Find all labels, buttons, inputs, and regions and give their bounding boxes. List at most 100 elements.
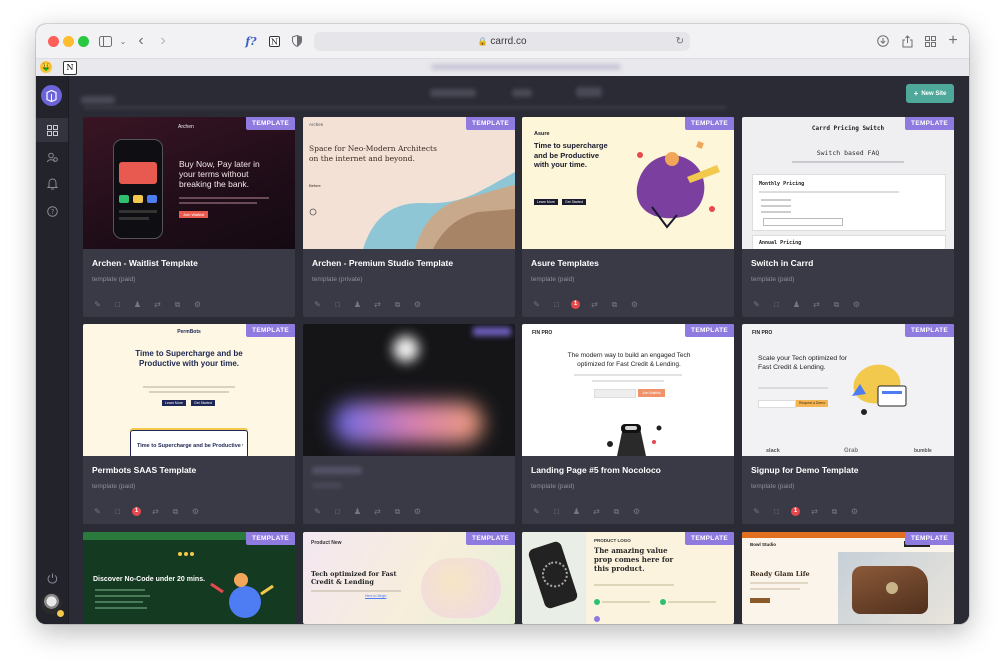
users-icon[interactable]: ♟ [352,300,363,310]
site-card[interactable]: Discover No-Code under 20 mins. TEMPLATE [83,532,295,624]
card-title[interactable]: Signup for Demo Template [751,465,859,475]
users-icon[interactable]: ♟ [791,300,802,310]
card-title[interactable]: Archen - Premium Studio Template [312,258,453,268]
back-icon[interactable]: ‹ [132,32,150,49]
sidebar-toggle-icon[interactable] [96,33,114,49]
alert-badge[interactable]: 1 [132,507,141,516]
sidebar-account-button[interactable] [36,145,68,169]
address-bar[interactable]: 🔒 carrd.co ↻ [314,32,690,51]
edit-icon[interactable]: ✎ [531,507,542,517]
transfer-icon[interactable]: ⇄ [591,507,602,517]
comment-icon[interactable]: □ [551,300,562,310]
edit-icon[interactable]: ✎ [751,507,762,517]
chevron-down-icon[interactable]: ⌄ [114,33,132,49]
settings-icon[interactable]: ⚙ [851,300,862,310]
settings-icon[interactable]: ⚙ [631,507,642,517]
site-thumbnail[interactable]: Asure Time to supercharge and be Product… [522,117,734,249]
alert-badge[interactable]: 1 [571,300,580,309]
card-title[interactable]: Landing Page #5 from Nocoloco [531,465,661,475]
duplicate-icon[interactable]: ⧉ [831,300,842,310]
new-tab-icon[interactable]: + [944,32,962,49]
notion-favicon-icon[interactable]: N [63,61,77,75]
shield-icon[interactable] [288,33,306,49]
settings-icon[interactable]: ⚙ [629,300,640,310]
comment-icon[interactable]: □ [332,507,343,517]
site-thumbnail[interactable]: Archen Buy Now, Pay later in your terms … [83,117,295,249]
transfer-icon[interactable]: ⇄ [589,300,600,310]
close-window-button[interactable] [48,36,59,47]
duplicate-icon[interactable]: ⧉ [392,300,403,310]
duplicate-icon[interactable]: ⧉ [172,300,183,310]
transfer-icon[interactable]: ⇄ [372,507,383,517]
sidebar-sites-button[interactable] [36,118,68,142]
edit-icon[interactable]: ✎ [751,300,762,310]
edit-icon[interactable]: ✎ [92,507,103,517]
site-thumbnail[interactable]: FIN PRO Scale your Tech optimized for Fa… [742,324,954,456]
edit-icon[interactable]: ✎ [531,300,542,310]
site-card[interactable]: PermBots Time to Supercharge and be Prod… [83,324,295,524]
comment-icon[interactable]: □ [112,507,123,517]
site-thumbnail[interactable]: PRODUCT LOGO The amazing value prop come… [522,532,734,624]
minimize-window-button[interactable] [63,36,74,47]
blurred-filter[interactable] [430,89,476,97]
site-card[interactable]: Archen Buy Now, Pay later in your terms … [83,117,295,317]
duplicate-icon[interactable]: ⧉ [170,507,181,517]
font-extension-icon[interactable]: f? [242,33,260,49]
duplicate-icon[interactable]: ⧉ [392,507,403,517]
site-thumbnail[interactable]: FIN PRO The modern way to build an engag… [522,324,734,456]
settings-icon[interactable]: ⚙ [412,300,423,310]
site-thumbnail[interactable]: Archen Space for Neo-Modern Architects o… [303,117,515,249]
sidebar-notifications-button[interactable] [36,172,68,196]
settings-icon[interactable]: ⚙ [849,507,860,517]
duplicate-icon[interactable]: ⧉ [829,507,840,517]
users-icon[interactable]: ♟ [132,300,143,310]
share-icon[interactable] [898,33,916,49]
reload-icon[interactable]: ↻ [676,36,684,47]
sidebar-help-button[interactable]: ? [36,199,68,223]
site-thumbnail[interactable] [303,324,515,456]
site-card[interactable]: Asure Time to supercharge and be Product… [522,117,734,317]
comment-icon[interactable]: □ [112,300,123,310]
duplicate-icon[interactable]: ⧉ [611,507,622,517]
edit-icon[interactable]: ✎ [92,300,103,310]
tab-overview-icon[interactable] [921,33,939,49]
comment-icon[interactable]: □ [771,300,782,310]
transfer-icon[interactable]: ⇄ [809,507,820,517]
settings-icon[interactable]: ⚙ [190,507,201,517]
site-card[interactable]: Archen Space for Neo-Modern Architects o… [303,117,515,317]
forward-icon[interactable]: › [154,32,172,49]
site-thumbnail[interactable]: Bowl Studio Ready Glam Life [742,532,954,624]
blurred-tab[interactable] [431,64,621,70]
card-title[interactable]: Archen - Waitlist Template [92,258,198,268]
edit-icon[interactable]: ✎ [312,300,323,310]
settings-icon[interactable]: ⚙ [192,300,203,310]
settings-icon[interactable]: ⚙ [412,507,423,517]
alert-badge[interactable]: 1 [791,507,800,516]
site-card[interactable]: Bowl Studio Ready Glam Life TEMPLATE [742,532,954,624]
site-card[interactable]: FIN PRO Scale your Tech optimized for Fa… [742,324,954,524]
card-title[interactable]: Permbots SAAS Template [92,465,196,475]
site-thumbnail[interactable]: Product New Tech optimized for Fast Cred… [303,532,515,624]
new-site-button[interactable]: + New Site [906,84,954,103]
site-thumbnail[interactable]: PermBots Time to Supercharge and be Prod… [83,324,295,456]
site-card[interactable]: Carrd Pricing Switch Switch based FAQ Mo… [742,117,954,317]
site-thumbnail[interactable]: Discover No-Code under 20 mins. [83,532,295,624]
site-thumbnail[interactable]: Carrd Pricing Switch Switch based FAQ Mo… [742,117,954,249]
edit-icon[interactable]: ✎ [312,507,323,517]
site-card[interactable]: Product New Tech optimized for Fast Cred… [303,532,515,624]
blurred-filter-2[interactable] [512,89,532,97]
zoom-window-button[interactable] [78,36,89,47]
card-title[interactable]: Switch in Carrd [751,258,813,268]
site-card[interactable]: PRODUCT LOGO The amazing value prop come… [522,532,734,624]
blurred-sort[interactable] [576,87,602,97]
users-icon[interactable]: ♟ [571,507,582,517]
download-icon[interactable] [874,33,892,49]
users-icon[interactable]: ♟ [352,507,363,517]
comment-icon[interactable]: □ [771,507,782,517]
site-card[interactable]: FIN PRO The modern way to build an engag… [522,324,734,524]
emoji-favicon-icon[interactable]: 🤑 [40,61,52,73]
transfer-icon[interactable]: ⇄ [811,300,822,310]
comment-icon[interactable]: □ [551,507,562,517]
transfer-icon[interactable]: ⇄ [150,507,161,517]
sidebar-logout-button[interactable] [36,566,68,590]
